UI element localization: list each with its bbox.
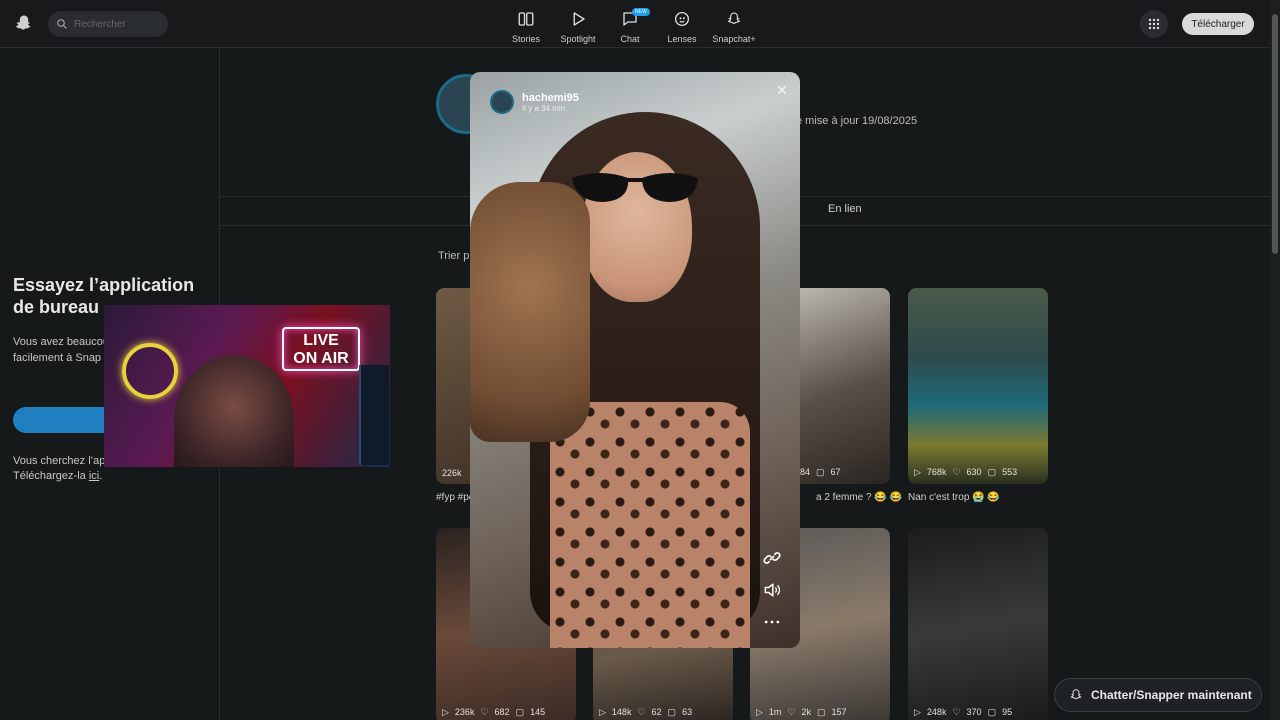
nav-chat[interactable]: NEW Chat bbox=[604, 6, 656, 44]
chat-new-badge: NEW bbox=[632, 8, 650, 16]
live-on-air-sign: LIVE ON AIR bbox=[282, 327, 360, 371]
chat-now-label: Chatter/Snapper maintenant bbox=[1091, 688, 1252, 702]
heart-icon: ♡ bbox=[480, 707, 489, 717]
comments-count: 553 bbox=[1002, 467, 1018, 477]
comments-count: 157 bbox=[831, 707, 847, 717]
webcam-overlay: LIVE ON AIR bbox=[104, 305, 390, 467]
likes-count: 62 bbox=[651, 707, 662, 717]
snap-card[interactable]: ▷ 768k ♡ 630 ▢ 553 bbox=[908, 288, 1048, 484]
streamer bbox=[174, 355, 294, 467]
comment-icon: ▢ bbox=[987, 707, 997, 717]
mobile-app-promo-suffix: . bbox=[99, 470, 103, 482]
snap-stats: ▷ 1m ♡ 2k ▢ 157 bbox=[756, 707, 847, 718]
comment-icon: ▢ bbox=[817, 707, 826, 717]
stories-icon bbox=[518, 12, 534, 26]
snap-stats: ▷ 248k ♡ 370 ▢ 95 bbox=[914, 707, 1012, 718]
snap-stats: ▷ 148k ♡ 62 ▢ 63 bbox=[599, 707, 692, 718]
snap-caption: Nan c'est trop 😭 😂 bbox=[908, 492, 1000, 503]
views-count: 236k bbox=[454, 707, 475, 717]
page-scrollbar[interactable] bbox=[1270, 0, 1280, 720]
snap-stats: ▷ 236k ♡ 682 ▢ 145 bbox=[442, 707, 545, 718]
sort-label[interactable]: Trier p bbox=[438, 250, 469, 262]
snapchat-ghost-icon[interactable] bbox=[14, 13, 34, 33]
snapchat-plus-icon bbox=[727, 12, 741, 24]
spotlight-icon bbox=[573, 12, 585, 26]
play-icon: ▷ bbox=[756, 707, 763, 717]
story-timestamp: Il y a 34 min bbox=[522, 103, 566, 113]
snap-caption: #fyp #pc bbox=[436, 492, 474, 503]
snap-thumbnail[interactable]: ▷ 768k ♡ 630 ▢ 553 bbox=[908, 288, 1048, 484]
nav-snapchat-plus-label: Snapchat+ bbox=[712, 34, 756, 44]
heart-icon: ♡ bbox=[787, 707, 796, 717]
comment-icon: ▢ bbox=[987, 467, 997, 477]
search-bar[interactable] bbox=[48, 11, 168, 37]
close-icon[interactable]: ✕ bbox=[774, 82, 790, 98]
story-image-dog bbox=[470, 182, 590, 442]
comments-count: 63 bbox=[682, 707, 693, 717]
story-author-avatar[interactable] bbox=[490, 90, 514, 114]
ghost-icon bbox=[1070, 689, 1082, 700]
comment-icon: ▢ bbox=[667, 707, 677, 717]
nav-snapchat-plus[interactable]: Snapchat+ bbox=[708, 6, 760, 44]
link-icon[interactable] bbox=[762, 548, 782, 568]
play-icon: ▷ bbox=[599, 707, 606, 717]
likes-count: 2k bbox=[801, 707, 812, 717]
snap-card[interactable]: ▷ 248k ♡ 370 ▢ 95 bbox=[908, 528, 1048, 720]
story-author-name[interactable]: hachemi95 bbox=[522, 92, 579, 104]
story-header: hachemi95 Il y a 34 min bbox=[490, 90, 579, 114]
snap-thumbnail[interactable]: ▷ 248k ♡ 370 ▢ 95 bbox=[908, 528, 1048, 720]
comment-icon: ▢ bbox=[515, 707, 525, 717]
comment-icon: ▢ bbox=[816, 467, 825, 477]
nav-spotlight[interactable]: Spotlight bbox=[552, 6, 604, 44]
heart-icon: ♡ bbox=[952, 467, 961, 477]
scrollbar-thumb[interactable] bbox=[1272, 14, 1278, 254]
play-icon: ▷ bbox=[914, 467, 921, 477]
monitor-equipment bbox=[359, 365, 389, 465]
snap-stats: 84 ▢ 67 bbox=[800, 467, 841, 478]
nav-stories-label: Stories bbox=[511, 34, 540, 44]
top-bar: Stories Spotlight NEW Chat Lenses bbox=[0, 0, 1270, 48]
comments-count: 67 bbox=[830, 467, 841, 477]
apps-menu-button[interactable] bbox=[1140, 10, 1168, 38]
views-count: 1m bbox=[768, 707, 782, 717]
views-count: 768k bbox=[926, 467, 947, 477]
snap-caption: a 2 femme ? 😂 😂 bbox=[816, 492, 903, 503]
chat-now-button[interactable]: Chatter/Snapper maintenant bbox=[1054, 678, 1262, 712]
snap-stats: ▷ 768k ♡ 630 ▢ 553 bbox=[914, 467, 1017, 478]
nav-chat-label: Chat bbox=[620, 34, 640, 44]
nav-stories[interactable]: Stories bbox=[500, 6, 552, 44]
grid-icon bbox=[1148, 18, 1160, 30]
likes-count: 84 bbox=[800, 467, 811, 477]
story-viewer[interactable]: hachemi95 Il y a 34 min ✕ bbox=[470, 72, 800, 648]
heart-icon: ♡ bbox=[637, 707, 646, 717]
play-icon: ▷ bbox=[442, 707, 449, 717]
nav-lenses[interactable]: Lenses bbox=[656, 6, 708, 44]
snap-stats: 226k bbox=[442, 468, 462, 478]
mobile-app-download-link[interactable]: ici bbox=[89, 470, 99, 482]
download-button[interactable]: Télécharger bbox=[1182, 13, 1254, 35]
main-nav: Stories Spotlight NEW Chat Lenses Snapch… bbox=[500, 6, 760, 44]
volume-icon[interactable] bbox=[762, 580, 782, 600]
views-count: 148k bbox=[611, 707, 632, 717]
comments-count: 95 bbox=[1002, 707, 1013, 717]
search-icon bbox=[57, 19, 67, 29]
play-icon: ▷ bbox=[914, 707, 921, 717]
heart-icon: ♡ bbox=[952, 707, 961, 717]
likes-count: 682 bbox=[494, 707, 510, 717]
neon-logo bbox=[122, 343, 178, 399]
views-count: 226k bbox=[442, 468, 462, 478]
nav-lenses-label: Lenses bbox=[667, 34, 697, 44]
comments-count: 145 bbox=[530, 707, 546, 717]
more-icon[interactable] bbox=[762, 612, 782, 632]
views-count: 248k bbox=[926, 707, 947, 717]
nav-spotlight-label: Spotlight bbox=[560, 34, 596, 44]
lenses-icon bbox=[674, 11, 690, 27]
profile-updated-date: e mise à jour 19/08/2025 bbox=[796, 115, 918, 127]
sunglasses-shape bbox=[572, 173, 698, 202]
search-input[interactable] bbox=[74, 18, 160, 30]
tab-en-lien[interactable]: En lien bbox=[828, 203, 862, 215]
story-image-dress bbox=[550, 402, 750, 648]
likes-count: 370 bbox=[966, 707, 982, 717]
likes-count: 630 bbox=[966, 467, 982, 477]
